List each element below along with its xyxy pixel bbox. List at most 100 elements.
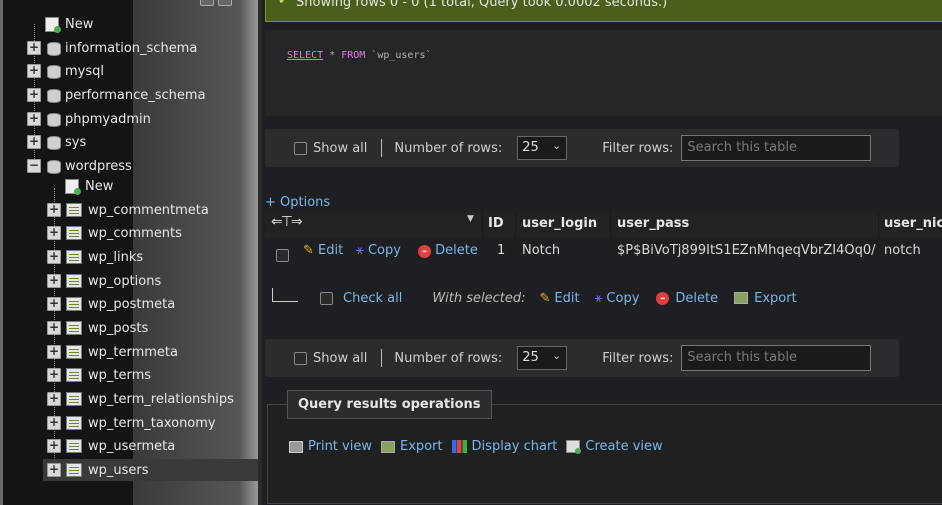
tree-node-wp-postmeta[interactable]: + wp_postmeta	[47, 293, 175, 315]
node-label: wp_links	[88, 249, 144, 265]
column-header-user-login[interactable]: user_login	[522, 216, 597, 231]
display-chart-link[interactable]: Display chart	[472, 439, 558, 454]
row-delete-action[interactable]: – Delete	[418, 243, 478, 258]
database-icon	[47, 64, 61, 79]
show-all-label[interactable]: Show all	[313, 351, 367, 366]
results-navigation-bottom: Show all Number of rows: 25 ⌄ Filter rows…	[265, 339, 899, 377]
tree-node-wp-users[interactable]: + wp_users	[43, 459, 258, 481]
database-icon	[47, 112, 61, 127]
tree-node-wp-posts[interactable]: + wp_posts	[47, 317, 148, 339]
bulk-export-button[interactable]: Export	[754, 291, 797, 306]
expand-icon[interactable]: +	[47, 250, 61, 264]
row-copy-action[interactable]: ⚹ Copy	[356, 243, 401, 258]
column-divider	[482, 212, 483, 238]
rows-per-page-select[interactable]: 25 ⌄	[517, 346, 568, 370]
tree-node-wp-commentmeta[interactable]: + wp_commentmeta	[47, 199, 209, 221]
chevron-down-icon: ⌄	[552, 349, 562, 362]
node-label: mysql	[65, 63, 104, 79]
expand-icon[interactable]: +	[27, 112, 41, 126]
tree-node-wp-term-relationships[interactable]: + wp_term_relationships	[47, 388, 234, 410]
tree-node-wp-term-taxonomy[interactable]: + wp_term_taxonomy	[47, 412, 216, 434]
tree-node-wordpress[interactable]: − wordpress	[27, 155, 132, 177]
filter-rows-label: Filter rows:	[602, 350, 674, 366]
expand-icon[interactable]: +	[27, 135, 41, 149]
expand-icon[interactable]: +	[27, 64, 41, 78]
tree-node-mysql[interactable]: + mysql	[27, 60, 104, 82]
copy-icon: ⚹	[594, 290, 603, 306]
options-link[interactable]: + Options	[265, 195, 330, 210]
show-all-checkbox[interactable]	[294, 351, 307, 365]
bulk-copy-button[interactable]: Copy	[606, 291, 639, 306]
expand-icon[interactable]: +	[47, 226, 61, 240]
node-label: wp_postmeta	[88, 296, 176, 312]
row-edit-action[interactable]: ✎ Edit	[303, 243, 343, 258]
bulk-delete-button[interactable]: Delete	[675, 291, 718, 306]
tree-node-wp-options[interactable]: + wp_options	[47, 270, 161, 292]
tree-node-information-schema[interactable]: + information_schema	[27, 37, 197, 59]
sql-query-box[interactable]: SELECT * FROM `wp_users`	[265, 30, 942, 116]
expand-icon[interactable]: +	[47, 368, 61, 382]
sort-arrow-icon[interactable]: ▼	[467, 214, 474, 224]
print-view-link[interactable]: Print view	[308, 439, 372, 454]
tree-node-wordpress-new[interactable]: New	[61, 175, 113, 197]
expand-icon[interactable]: +	[27, 41, 41, 55]
cell-id[interactable]: 1	[497, 243, 505, 258]
column-header-user-nicename[interactable]: user_nic	[884, 216, 942, 231]
cell-user-nicename[interactable]: notch	[884, 243, 921, 258]
database-icon	[47, 135, 61, 150]
node-label: wordpress	[65, 158, 132, 174]
link-icon[interactable]	[218, 0, 232, 6]
sql-keyword-select[interactable]: SELECT	[287, 50, 323, 61]
edit-link[interactable]: Edit	[318, 243, 343, 258]
show-all-label[interactable]: Show all	[313, 141, 367, 156]
expand-icon[interactable]: +	[47, 439, 61, 453]
filter-rows-input[interactable]: Search this table	[681, 345, 872, 371]
node-label: wp_terms	[88, 367, 152, 383]
tree-node-new[interactable]: New	[27, 13, 93, 35]
column-divider	[515, 212, 516, 238]
rows-per-page-select[interactable]: 25 ⌄	[517, 136, 568, 160]
tree-node-sys[interactable]: + sys	[27, 131, 86, 153]
tree-node-phpmyadmin[interactable]: + phpmyadmin	[27, 108, 151, 130]
filter-rows-label: Filter rows:	[602, 140, 674, 156]
check-all-link[interactable]: Check all	[343, 291, 402, 306]
row-checkbox[interactable]	[276, 249, 289, 262]
bulk-edit-button[interactable]: Edit	[554, 291, 579, 306]
tree-node-performance-schema[interactable]: + performance_schema	[27, 84, 206, 106]
tree-node-wp-comments[interactable]: + wp_comments	[47, 222, 182, 244]
delete-link[interactable]: Delete	[435, 243, 478, 258]
check-all-checkbox[interactable]	[320, 291, 333, 305]
column-header-id[interactable]: ID	[488, 216, 504, 231]
column-resize-arrows-icon[interactable]: ⇐⊤⇒	[271, 214, 303, 230]
expand-icon[interactable]: +	[47, 203, 61, 217]
table-icon	[66, 463, 82, 477]
expand-icon[interactable]: +	[27, 88, 41, 102]
create-view-link[interactable]: Create view	[585, 439, 662, 454]
new-database-icon	[45, 16, 61, 33]
collapse-icon[interactable]	[200, 0, 214, 6]
expand-icon[interactable]: +	[47, 345, 61, 359]
copy-link[interactable]: Copy	[368, 243, 401, 258]
collapse-icon[interactable]: −	[27, 159, 41, 173]
table-icon	[66, 274, 82, 288]
tree-node-wp-links[interactable]: + wp_links	[47, 246, 143, 268]
cell-user-pass[interactable]: $P$BiVoTj899ItS1EZnMhqeqVbrZI4Oq0/	[617, 243, 876, 258]
tree-node-wp-termmeta[interactable]: + wp_termmeta	[47, 341, 178, 363]
expand-icon[interactable]: +	[47, 416, 61, 430]
expand-icon[interactable]: +	[47, 297, 61, 311]
tree-node-wp-usermeta[interactable]: + wp_usermeta	[47, 435, 175, 457]
expand-icon[interactable]: +	[47, 463, 61, 477]
column-header-user-pass[interactable]: user_pass	[617, 216, 689, 231]
table-icon	[66, 226, 82, 240]
filter-rows-input[interactable]: Search this table	[681, 135, 872, 161]
export-link[interactable]: Export	[400, 439, 443, 454]
node-label: wp_term_relationships	[88, 391, 234, 407]
cell-user-login[interactable]: Notch	[522, 243, 560, 258]
select-arrow-icon	[272, 288, 298, 302]
tree-node-wp-terms[interactable]: + wp_terms	[47, 364, 151, 386]
expand-icon[interactable]: +	[47, 321, 61, 335]
show-all-checkbox[interactable]	[294, 141, 307, 155]
results-table-header: ⇐⊤⇒ ▼ ID user_login user_pass user_nic	[265, 212, 942, 238]
expand-icon[interactable]: +	[47, 392, 61, 406]
expand-icon[interactable]: +	[47, 274, 61, 288]
